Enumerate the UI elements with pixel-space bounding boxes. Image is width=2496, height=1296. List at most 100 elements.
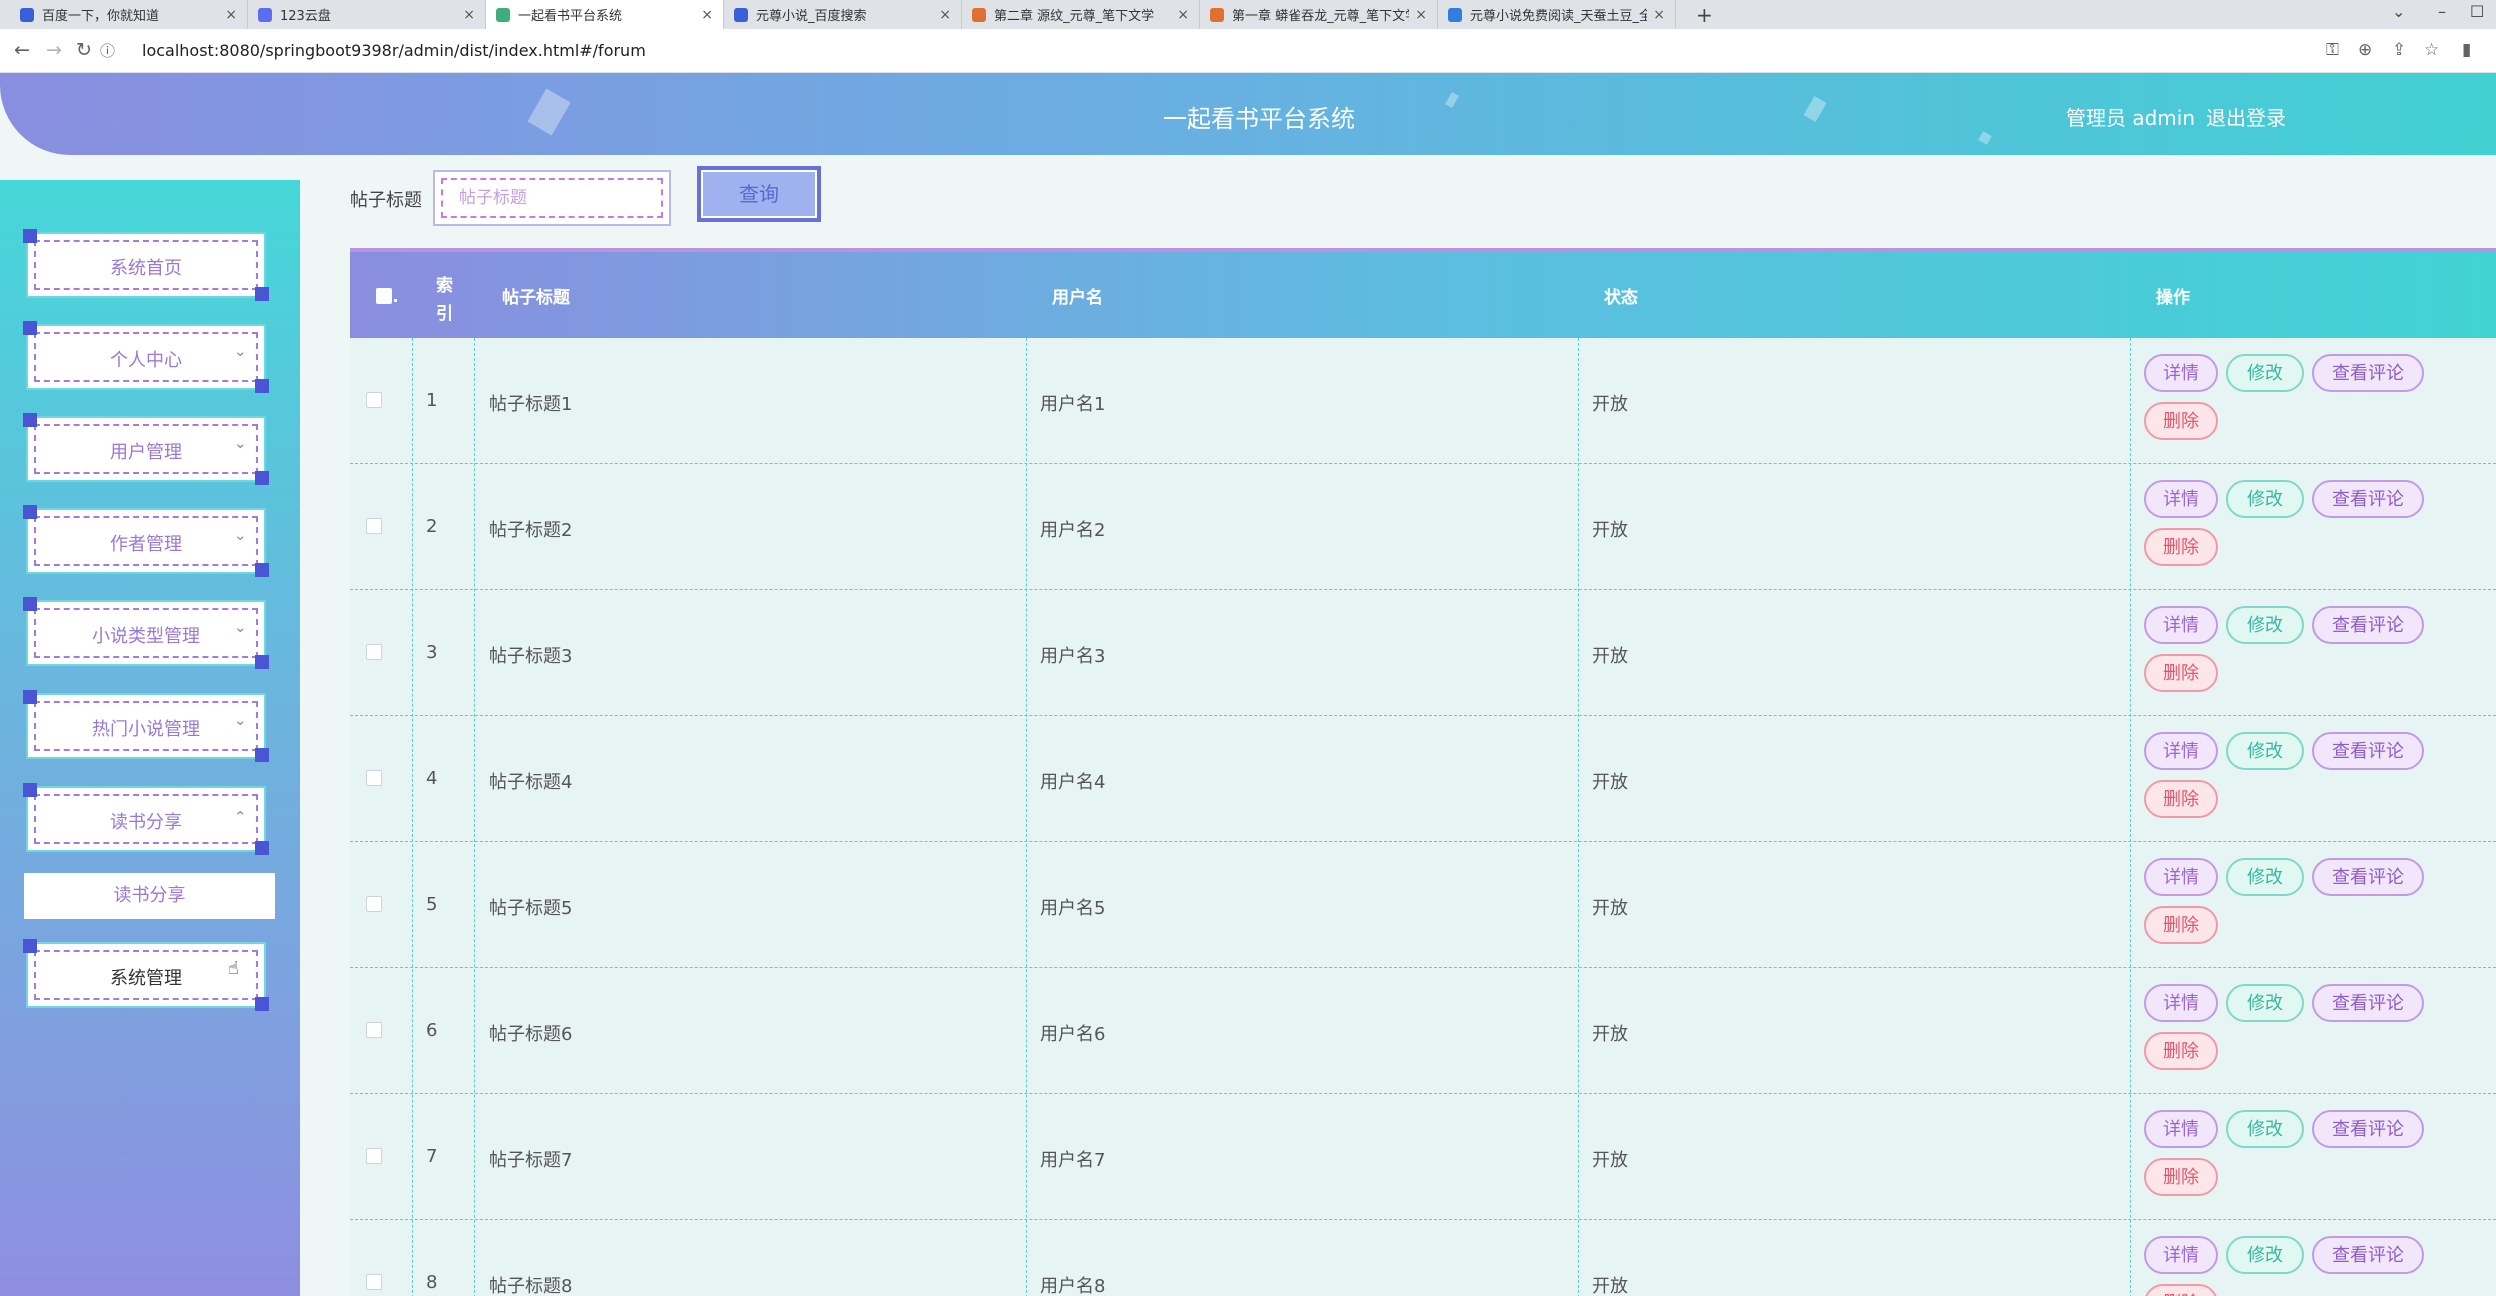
view-comments-button[interactable]: 查看评论	[2312, 480, 2424, 518]
status: 开放	[1592, 520, 1628, 541]
sidebar-item-label: 作者管理	[110, 534, 182, 555]
close-icon[interactable]: ×	[701, 7, 713, 23]
table-header: 索引 帖子标题 用户名 状态 操作	[350, 252, 2496, 338]
browser-tab[interactable]: 百度一下，你就知道 ×	[10, 0, 248, 29]
new-tab-icon[interactable]: +	[1696, 3, 1713, 27]
view-comments-button[interactable]: 查看评论	[2312, 984, 2424, 1022]
table-row: 6 帖子标题6 用户名6 开放 详情 修改 查看评论 删除	[350, 968, 2496, 1094]
view-comments-button[interactable]: 查看评论	[2312, 1110, 2424, 1148]
edit-button[interactable]: 修改	[2226, 1236, 2304, 1274]
post-title: 帖子标题2	[489, 520, 573, 541]
delete-button[interactable]: 删除	[2144, 402, 2218, 440]
row-index: 7	[426, 1146, 438, 1167]
row-checkbox[interactable]	[366, 644, 382, 660]
back-icon[interactable]: ←	[14, 39, 30, 61]
sidebar-item-home[interactable]: 系统首页	[23, 229, 269, 301]
row-checkbox[interactable]	[366, 896, 382, 912]
zoom-icon[interactable]: ⊕	[2358, 40, 2372, 60]
sidebar-item-hot-novel-management[interactable]: 热门小说管理 ⌄	[23, 690, 269, 762]
logout-link[interactable]: 退出登录	[2206, 102, 2286, 131]
detail-button[interactable]: 详情	[2144, 1236, 2218, 1274]
delete-button[interactable]: 删除	[2144, 1158, 2218, 1196]
edit-button[interactable]: 修改	[2226, 480, 2304, 518]
sidebar-subitem-reading-share[interactable]: 读书分享	[24, 873, 275, 919]
sidepanel-icon[interactable]: ▮	[2462, 40, 2471, 60]
bookmark-star-icon[interactable]: ☆	[2424, 40, 2439, 60]
browser-tab[interactable]: 123云盘 ×	[248, 0, 486, 29]
maximize-icon[interactable]: ☐	[2470, 2, 2484, 21]
row-index: 3	[426, 642, 438, 663]
url-field[interactable]: localhost:8080/springboot9398r/admin/dis…	[142, 41, 646, 60]
close-icon[interactable]: ×	[463, 7, 475, 23]
sidebar-item-personal-center[interactable]: 个人中心 ⌄	[23, 321, 269, 393]
chevron-down-icon: ⌄	[234, 618, 247, 636]
row-checkbox[interactable]	[366, 1022, 382, 1038]
edit-button[interactable]: 修改	[2226, 1110, 2304, 1148]
view-comments-button[interactable]: 查看评论	[2312, 354, 2424, 392]
site-info-icon[interactable]: ⓘ	[100, 40, 115, 61]
row-checkbox[interactable]	[366, 770, 382, 786]
tab-search-icon[interactable]: ⌄	[2392, 2, 2405, 21]
detail-button[interactable]: 详情	[2144, 480, 2218, 518]
sidebar-item-reading-share[interactable]: 读书分享 ⌃	[23, 783, 269, 855]
sidebar-item-author-management[interactable]: 作者管理 ⌄	[23, 505, 269, 577]
delete-button[interactable]: 删除	[2144, 780, 2218, 818]
browser-tab[interactable]: 第一章 蟒雀吞龙_元尊_笔下文学 ×	[1200, 0, 1438, 29]
forward-icon[interactable]: →	[46, 39, 62, 61]
table-row: 2 帖子标题2 用户名2 开放 详情 修改 查看评论 删除	[350, 464, 2496, 590]
edit-button[interactable]: 修改	[2226, 732, 2304, 770]
detail-button[interactable]: 详情	[2144, 984, 2218, 1022]
book-icon	[1448, 7, 1462, 22]
baidu-icon	[20, 7, 34, 22]
close-icon[interactable]: ×	[1415, 7, 1427, 23]
detail-button[interactable]: 详情	[2144, 732, 2218, 770]
sidebar-item-user-management[interactable]: 用户管理 ⌄	[23, 413, 269, 485]
detail-button[interactable]: 详情	[2144, 1110, 2218, 1148]
row-index: 2	[426, 516, 438, 537]
browser-tab[interactable]: 元尊小说_百度搜索 ×	[724, 0, 962, 29]
row-checkbox[interactable]	[366, 1274, 382, 1290]
close-icon[interactable]: ×	[939, 7, 951, 23]
view-comments-button[interactable]: 查看评论	[2312, 1236, 2424, 1274]
delete-button[interactable]: 删除	[2144, 906, 2218, 944]
row-checkbox[interactable]	[366, 518, 382, 534]
delete-button[interactable]: 删除	[2144, 1284, 2218, 1296]
username: 用户名6	[1040, 1024, 1106, 1045]
edit-button[interactable]: 修改	[2226, 858, 2304, 896]
delete-button[interactable]: 删除	[2144, 528, 2218, 566]
sidebar-item-novel-type-management[interactable]: 小说类型管理 ⌄	[23, 597, 269, 669]
close-icon[interactable]: ×	[1177, 7, 1189, 23]
sidebar-item-label: 小说类型管理	[92, 626, 200, 647]
close-icon[interactable]: ×	[225, 7, 237, 23]
view-comments-button[interactable]: 查看评论	[2312, 858, 2424, 896]
query-button[interactable]: 查询	[697, 166, 821, 222]
edit-button[interactable]: 修改	[2226, 354, 2304, 392]
header-actions: 操作	[2156, 287, 2190, 308]
post-title: 帖子标题5	[489, 898, 573, 919]
search-input[interactable]	[441, 178, 663, 218]
row-checkbox[interactable]	[366, 392, 382, 408]
detail-button[interactable]: 详情	[2144, 606, 2218, 644]
view-comments-button[interactable]: 查看评论	[2312, 732, 2424, 770]
reload-icon[interactable]: ↻	[76, 39, 92, 61]
view-comments-button[interactable]: 查看评论	[2312, 606, 2424, 644]
tab-label: 一起看书平台系统	[518, 9, 623, 24]
browser-tab[interactable]: 第二章 源纹_元尊_笔下文学 ×	[962, 0, 1200, 29]
username: 用户名4	[1040, 772, 1106, 793]
detail-button[interactable]: 详情	[2144, 858, 2218, 896]
select-all-checkbox[interactable]	[376, 288, 392, 304]
browser-tab[interactable]: 一起看书平台系统 ×	[486, 0, 724, 29]
edit-button[interactable]: 修改	[2226, 606, 2304, 644]
key-icon[interactable]: ⚿	[2326, 40, 2339, 60]
sidebar-item-label: 热门小说管理	[92, 719, 200, 740]
delete-button[interactable]: 删除	[2144, 1032, 2218, 1070]
browser-tab[interactable]: 元尊小说免费阅读_天蚕土豆_全 ×	[1438, 0, 1676, 29]
share-icon[interactable]: ⇪	[2392, 40, 2406, 60]
delete-button[interactable]: 删除	[2144, 654, 2218, 692]
close-icon[interactable]: ×	[1653, 7, 1665, 23]
browser-tab-bar: 百度一下，你就知道 × 123云盘 × 一起看书平台系统 × 元尊小说_百度搜索…	[0, 0, 2496, 29]
edit-button[interactable]: 修改	[2226, 984, 2304, 1022]
minimize-icon[interactable]: –	[2438, 2, 2446, 21]
detail-button[interactable]: 详情	[2144, 354, 2218, 392]
row-checkbox[interactable]	[366, 1148, 382, 1164]
